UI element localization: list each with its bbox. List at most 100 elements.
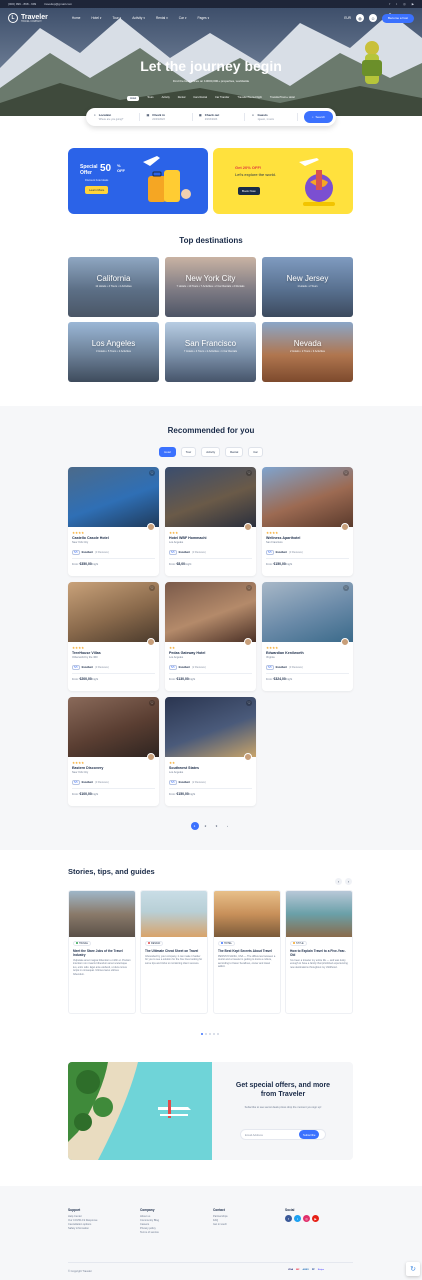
cart-icon[interactable]: ◍ (355, 14, 364, 22)
youtube-icon[interactable]: ▶ (412, 2, 414, 6)
tab-car[interactable]: Car (248, 447, 263, 457)
page-2-button[interactable]: 2 (202, 822, 210, 830)
phone-text[interactable]: (000) 999 - 898 - 999 (8, 2, 36, 6)
tab-tours[interactable]: Tours (147, 96, 153, 101)
footer-link[interactable]: Safety information (68, 1227, 97, 1231)
hotel-name[interactable]: Hotel WBF Hommachi (169, 536, 252, 540)
hotel-name[interactable]: Wellness Aparthotel (266, 536, 349, 540)
nav-tour[interactable]: Tour ▾ (112, 16, 121, 20)
tab-hotel[interactable]: Hotel (127, 96, 140, 101)
nav-hotel[interactable]: Hotel ▾ (91, 16, 101, 20)
nav-car[interactable]: Car ▾ (179, 16, 187, 20)
youtube-icon[interactable]: ▶ (312, 1215, 319, 1222)
checkin-field[interactable]: ▦ Check in 22/03/2023 (146, 113, 193, 121)
blog-card[interactable]: STYLE How to Explain Travel to a Five-Ye… (285, 890, 353, 1014)
nav-home[interactable]: Home (72, 16, 81, 20)
search-button[interactable]: ⌕ Search (303, 111, 334, 123)
hotel-name[interactable]: Edwardian Kenilworth (266, 651, 349, 655)
nav-activity[interactable]: Activity ▾ (132, 16, 145, 20)
hotel-name[interactable]: TreeHouse Villas (72, 651, 155, 655)
page-1-button[interactable]: 1 (190, 822, 199, 830)
heart-icon[interactable]: ♡ (246, 585, 252, 591)
checkout-field[interactable]: ▦ Check out 23/03/2023 (199, 113, 246, 121)
hotel-name[interactable]: Southwest States (169, 766, 252, 770)
promo-explore-world[interactable]: Get 20% OFF! Let's explore the world. Bo… (213, 148, 353, 214)
facebook-icon[interactable]: f (285, 1215, 292, 1222)
carousel-prev-button[interactable]: ‹ (335, 878, 342, 885)
instagram-icon[interactable]: ◎ (403, 2, 406, 6)
carousel-dot[interactable] (209, 1033, 211, 1035)
blog-title[interactable]: Meet the Stare Jobs of the Travel Indust… (73, 949, 131, 957)
heart-icon[interactable]: ♡ (343, 470, 349, 476)
tab-tour[interactable]: Tour (180, 447, 197, 457)
nav-pages[interactable]: Pages ▾ (198, 16, 210, 20)
destination-card[interactable]: California 12 Hotels • 4 Tours • 4 Activ… (68, 257, 159, 317)
category-tag[interactable]: TRAVEL (73, 940, 92, 946)
tab-hotel[interactable]: Hotel (159, 447, 176, 457)
currency-select[interactable]: EUR (344, 16, 351, 20)
facebook-icon[interactable]: f (389, 2, 390, 6)
tab-car-transfer[interactable]: Car Transfer (215, 96, 229, 101)
hotel-card[interactable]: ♡ ★★★★ Edwardian Kenilworth Virginia 5/5… (262, 582, 353, 691)
hotel-name[interactable]: Pedas Gateway Hotel (169, 651, 252, 655)
hotel-card[interactable]: ♡ ★★★ Hotel WBF Hommachi Los Angeles 5/5… (165, 467, 256, 576)
instagram-icon[interactable]: ◎ (303, 1215, 310, 1222)
carousel-dot[interactable] (213, 1033, 215, 1035)
recaptcha-icon[interactable]: ↻ (406, 1262, 420, 1276)
email-text[interactable]: travelwp@gmail.com (44, 2, 72, 6)
tab-rental[interactable]: Rental (178, 96, 186, 101)
location-field[interactable]: ⌖ Location Where are you going? (94, 113, 141, 121)
destination-card[interactable]: New Jersey 1 Hotels • 2 Tours (262, 257, 353, 317)
twitter-icon[interactable]: t (294, 1215, 301, 1222)
tab-transfer-tours-flight[interactable]: Transfer/Tours+Flight (237, 96, 261, 101)
carousel-next-button[interactable]: › (345, 878, 352, 885)
destination-card[interactable]: Nevada 2 Hotels • 2 Tours • 3 Activities (262, 322, 353, 382)
book-now-button[interactable]: Book Now (238, 187, 260, 195)
blog-card[interactable]: HOTEL The Best Kept Secrets About Travel… (213, 890, 281, 1014)
heart-icon[interactable]: ♡ (246, 700, 252, 706)
tab-activity[interactable]: Activity (162, 96, 170, 101)
promo-special-offer[interactable]: Special Offer 50 % OFF Discount hotel dea… (68, 148, 208, 214)
tab-transfer-tours-hotel[interactable]: Transfer/Tours+ Hotel (270, 96, 295, 101)
hotel-name[interactable]: Eastern Discovery (72, 766, 155, 770)
hotel-card[interactable]: ♡ ★★★★ TreeHouse Villas Otherworld by th… (68, 582, 159, 691)
heart-icon[interactable]: ♡ (149, 700, 155, 706)
hotel-card[interactable]: ♡ ★★★★ Eastern Discovery New York City 5… (68, 697, 159, 806)
hotel-card[interactable]: ♡ ★★★★ Castello Casole Hotel New York Ci… (68, 467, 159, 576)
hotel-name[interactable]: Castello Casole Hotel (72, 536, 155, 540)
carousel-dot[interactable] (217, 1033, 219, 1035)
guests-field[interactable]: ☺ Guests 1guest, 1 room (251, 113, 298, 121)
page-3-button[interactable]: 3 (213, 822, 221, 830)
blog-title[interactable]: The Ultimate Cheat Sheet on Travel (145, 949, 203, 953)
become-host-button[interactable]: Become a host (381, 13, 414, 23)
logo[interactable]: L Traveler TRAVEL COMPANY (8, 13, 48, 23)
hotel-card[interactable]: ♡ ★★★★ Wellness Aparthotel San Francisco… (262, 467, 353, 576)
heart-icon[interactable]: ♡ (149, 470, 155, 476)
category-tag[interactable]: HOTEL (218, 940, 235, 946)
subscribe-button[interactable]: Subscribe (299, 1130, 320, 1139)
category-tag[interactable]: STYLE (290, 940, 307, 946)
carousel-dot[interactable] (201, 1033, 203, 1035)
destination-card[interactable]: San Francisco 7 Hotels • 4 Tours • 2 Act… (165, 322, 256, 382)
heart-icon[interactable]: ♡ (343, 585, 349, 591)
blog-title[interactable]: How to Explain Travel to a Five-Year-Old (290, 949, 348, 957)
twitter-icon[interactable]: t (396, 2, 397, 6)
tab-activity[interactable]: Activity (201, 447, 221, 457)
user-icon[interactable]: ☺ (368, 14, 377, 22)
next-page-button[interactable]: › (224, 822, 232, 830)
footer-link[interactable]: Terms of service (140, 1231, 159, 1235)
carousel-dot[interactable] (205, 1033, 207, 1035)
destination-card[interactable]: Los Angeles 3 Hotels • 5 Tours • 2 Activ… (68, 322, 159, 382)
blog-card[interactable]: TRAVEL Meet the Stare Jobs of the Travel… (68, 890, 136, 1014)
footer-link[interactable]: Get in touch (213, 1223, 228, 1227)
learn-more-button[interactable]: Learn More (85, 186, 109, 194)
blog-card[interactable]: DESIGN The Ultimate Cheat Sheet on Trave… (140, 890, 208, 1014)
tab-cars-rental[interactable]: Cars Rental (193, 96, 207, 101)
hotel-card[interactable]: ♡ ★★ Southwest States Los Angeles 5/5 Exc… (165, 697, 256, 806)
blog-title[interactable]: The Best Kept Secrets About Travel (218, 949, 276, 953)
destination-card[interactable]: New York City 7 Hotels • 10 Tours • 7 Ac… (165, 257, 256, 317)
nav-rental[interactable]: Rental ▾ (156, 16, 168, 20)
category-tag[interactable]: DESIGN (145, 940, 164, 946)
tab-rental[interactable]: Rental (225, 447, 244, 457)
heart-icon[interactable]: ♡ (149, 585, 155, 591)
